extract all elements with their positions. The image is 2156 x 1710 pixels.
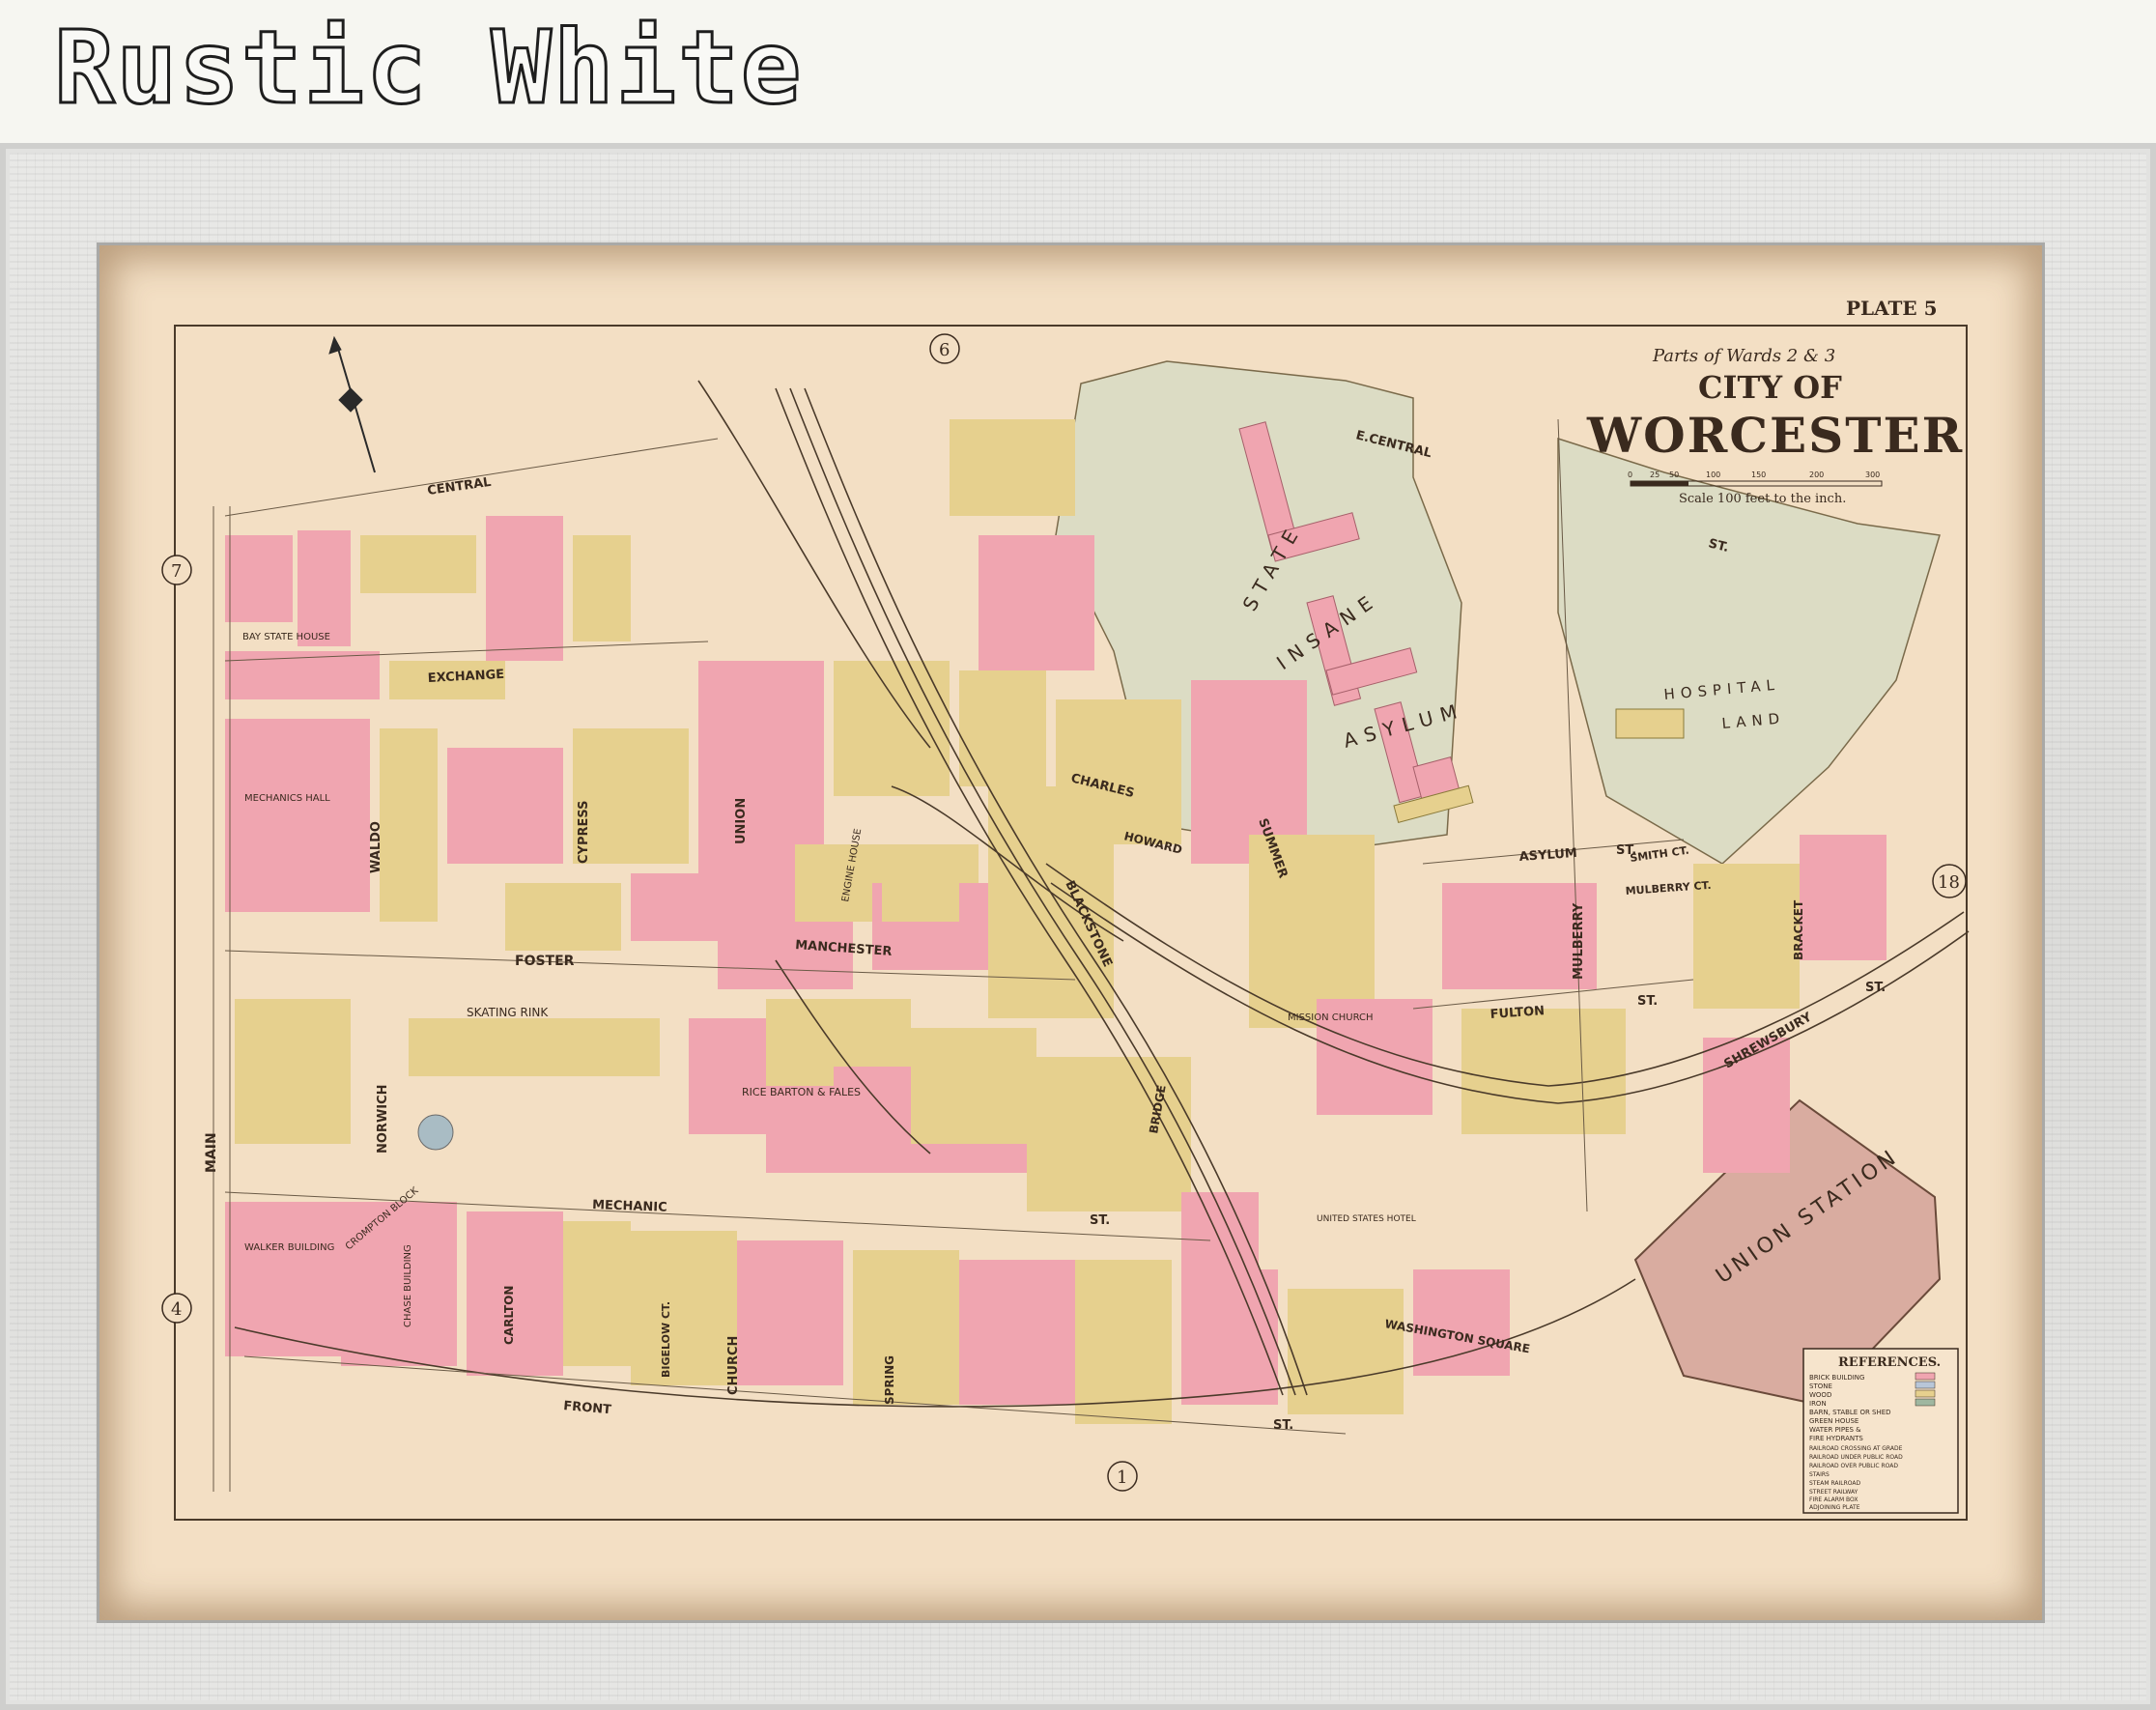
svg-text:18: 18 [1938,872,1960,893]
banner-title: Rustic White [52,9,804,127]
svg-text:BIGELOW CT.: BIGELOW CT. [660,1301,672,1378]
svg-text:1: 1 [1117,1468,1127,1488]
legend-box: REFERENCES. BRICK BUILDING STONE WOOD IR… [1802,1348,1959,1514]
svg-text:ST.: ST. [1273,1418,1293,1433]
svg-text:7: 7 [171,561,182,582]
svg-text:FRONT: FRONT [563,1399,612,1417]
svg-text:MULBERRY: MULBERRY [1572,902,1586,980]
legend-swatch-wood [1915,1389,1936,1398]
compass-rose [328,335,376,473]
legend-item: RAILROAD UNDER PUBLIC ROAD [1809,1454,1903,1461]
svg-text:CYPRESS: CYPRESS [577,800,591,864]
svg-text:FOSTER: FOSTER [515,954,575,969]
legend-item: WATER PIPES & [1809,1426,1861,1434]
ward-number-1: 1 [1107,1461,1138,1492]
svg-text:BRACKET: BRACKET [1792,899,1805,960]
svg-text:6: 6 [939,340,950,360]
legend-item: GREEN HOUSE [1809,1417,1858,1425]
svg-text:NORWICH: NORWICH [376,1084,390,1154]
ward-number-18: 18 [1932,864,1967,898]
legend-item: RAILROAD OVER PUBLIC ROAD [1809,1463,1898,1469]
svg-text:4: 4 [171,1299,182,1320]
legend-item: IRON [1809,1400,1827,1408]
legend-title: REFERENCES. [1838,1355,1941,1370]
map: PLATE 5 Parts of Wards 2 & 3 CITY OF WOR… [161,297,1970,1521]
svg-text:150: 150 [1751,470,1766,479]
svg-text:SMITH CT.: SMITH CT. [1630,844,1690,865]
svg-text:MECHANICS HALL: MECHANICS HALL [244,793,330,804]
hospital-building [1615,708,1685,739]
legend-item: FIRE HYDRANTS [1809,1435,1863,1442]
legend-swatch-iron [1915,1398,1936,1407]
svg-text:200: 200 [1809,470,1824,479]
svg-text:CHURCH: CHURCH [726,1336,741,1395]
legend-item: WOOD [1809,1391,1831,1399]
svg-text:ST.: ST. [1865,981,1886,995]
svg-text:ST.: ST. [1637,994,1658,1009]
svg-text:MISSION CHURCH: MISSION CHURCH [1288,1012,1374,1023]
legend-swatch-stone [1915,1381,1936,1389]
header-city: CITY OF [1698,369,1842,406]
svg-text:ST.: ST. [1090,1213,1110,1228]
legend-item: STREET RAILWAY [1809,1489,1858,1496]
svg-text:RICE BARTON & FALES: RICE BARTON & FALES [742,1086,861,1098]
svg-text:CARLTON: CARLTON [502,1286,516,1345]
svg-text:SKATING RINK: SKATING RINK [467,1006,549,1019]
header-parts: Parts of Wards 2 & 3 [1652,346,1835,366]
legend-item: STAIRS [1809,1471,1830,1478]
scale-text: Scale 100 feet to the inch. [1679,492,1846,506]
legend-item: FIRE ALARM BOX [1809,1496,1858,1503]
svg-text:0: 0 [1628,470,1632,479]
legend-item: BARN, STABLE OR SHED [1809,1409,1891,1416]
svg-text:BAY STATE HOUSE: BAY STATE HOUSE [242,632,330,642]
header-name: WORCESTER [1586,407,1964,464]
svg-text:UNITED STATES HOTEL: UNITED STATES HOTEL [1317,1214,1416,1224]
svg-text:100: 100 [1706,470,1720,479]
legend-item: STONE [1809,1382,1832,1390]
svg-text:CENTRAL: CENTRAL [426,475,492,499]
svg-text:25: 25 [1650,470,1660,479]
svg-text:SPRING: SPRING [883,1355,896,1405]
fountain [417,1114,454,1151]
legend-item: STEAM RAILROAD [1809,1480,1860,1487]
svg-text:WALDO: WALDO [369,821,383,873]
legend-item: ADJOINING PLATE [1809,1504,1860,1511]
svg-text:CHASE BUILDING: CHASE BUILDING [403,1244,413,1327]
ward-number-4: 4 [161,1293,192,1324]
ward-number-7: 7 [161,555,192,585]
banner: Rustic White [0,0,2156,143]
svg-text:300: 300 [1865,470,1880,479]
legend-item: BRICK BUILDING [1809,1374,1864,1382]
ward-number-6: 6 [929,333,960,364]
svg-text:ASYLUM: ASYLUM [1518,846,1577,865]
svg-text:WALKER BUILDING: WALKER BUILDING [244,1242,334,1253]
svg-text:MECHANIC: MECHANIC [592,1198,667,1215]
legend-swatch-brick [1915,1372,1936,1381]
legend-item: RAILROAD CROSSING AT GRADE [1809,1445,1903,1452]
plate-label: PLATE 5 [1846,297,1938,320]
svg-text:50: 50 [1669,470,1679,479]
scale-bar [1630,480,1883,487]
svg-text:UNION: UNION [734,798,749,844]
svg-text:MAIN: MAIN [204,1132,219,1173]
